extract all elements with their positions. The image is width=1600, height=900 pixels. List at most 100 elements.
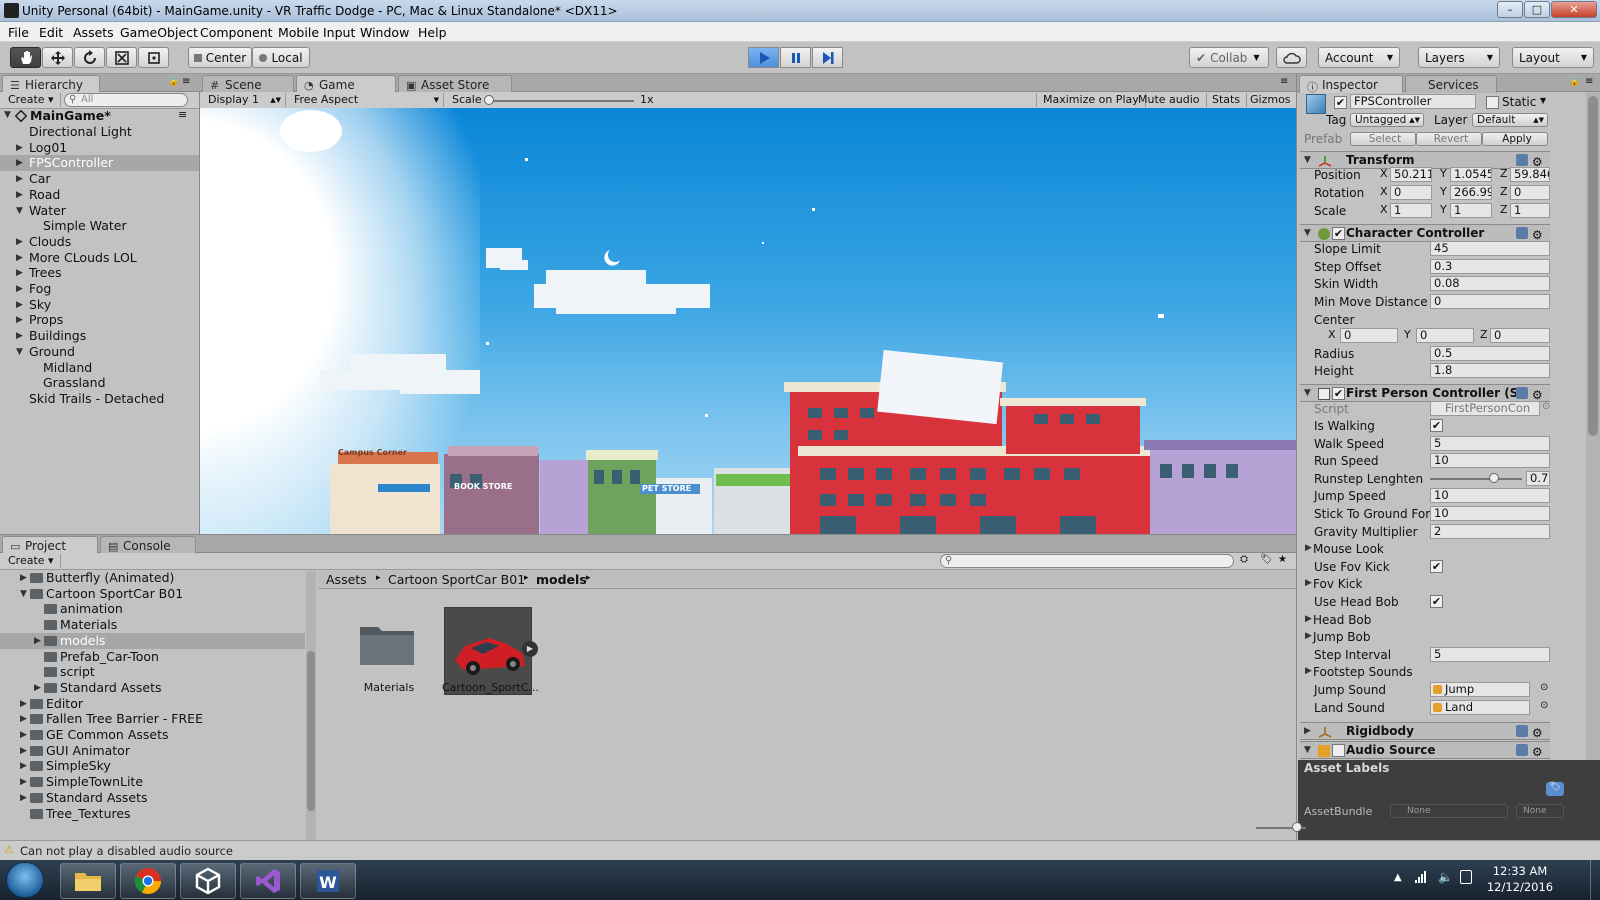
menu-help[interactable]: Help xyxy=(418,25,447,40)
cc-field-value[interactable]: 0.08 xyxy=(1430,276,1550,292)
project-folder-item[interactable]: ▼ Cartoon SportCar B01 xyxy=(0,586,305,602)
tab-scene[interactable]: # Scene xyxy=(202,75,294,93)
close-button[interactable]: ✕ xyxy=(1551,1,1597,18)
game-viewport[interactable]: Campus Corner BOOK STORE PET STORE xyxy=(200,108,1296,534)
center-x-field[interactable]: 0 xyxy=(1340,328,1398,343)
position-x-field[interactable]: 50.211 xyxy=(1390,167,1432,182)
project-folder-item[interactable]: ▶ SimpleTownLite xyxy=(0,774,305,790)
assetbundle-dropdown[interactable]: None xyxy=(1390,804,1508,818)
runstep-slider-track[interactable] xyxy=(1430,477,1522,480)
rigidbody-header[interactable]: ▶ Rigidbody ⚙ xyxy=(1300,722,1550,740)
collab-button[interactable]: ✔ Collab ▼ xyxy=(1189,47,1269,68)
project-folder-item[interactable]: ▶ Standard Assets xyxy=(0,790,305,806)
audio-source-header[interactable]: ▼ Audio Source ⚙ xyxy=(1300,741,1550,759)
prefab-select-button[interactable]: Select xyxy=(1350,132,1416,146)
visual-studio-icon[interactable] xyxy=(240,863,296,899)
component-menu-icon[interactable]: ⚙ xyxy=(1516,227,1546,242)
hierarchy-item[interactable]: Simple Water xyxy=(0,218,199,234)
expand-icon[interactable]: ▶ xyxy=(34,680,44,696)
project-folder-item[interactable]: Materials xyxy=(0,617,305,633)
project-create-button[interactable]: Create ▾ xyxy=(2,554,61,568)
chrome-icon[interactable] xyxy=(120,863,176,899)
hierarchy-item[interactable]: Midland xyxy=(0,360,199,376)
expand-icon[interactable]: ▶ xyxy=(20,711,30,727)
expand-icon[interactable]: ▶ xyxy=(16,297,26,313)
tab-project[interactable]: ▭ Project xyxy=(2,536,98,554)
collapse-icon[interactable]: ▼ xyxy=(16,203,26,219)
expand-asset-icon[interactable]: ▶ xyxy=(522,641,538,657)
fpc-field-value[interactable]: 10 xyxy=(1430,453,1550,469)
project-tree-scroll-thumb[interactable] xyxy=(307,651,315,811)
rect-tool-icon[interactable] xyxy=(138,47,169,68)
expand-icon[interactable]: ▶ xyxy=(1305,631,1315,641)
expand-icon[interactable]: ▼ xyxy=(1304,155,1314,165)
assetbundle-variant-dropdown[interactable]: None xyxy=(1516,804,1564,818)
scale-slider-track[interactable] xyxy=(488,100,634,102)
expand-icon[interactable]: ▶ xyxy=(16,171,26,187)
gizmos-dropdown[interactable]: Gizmos xyxy=(1244,93,1298,107)
fpc-field-value[interactable]: 2 xyxy=(1430,523,1550,539)
scene-menu-icon[interactable]: ≡ xyxy=(178,108,187,121)
expand-icon[interactable]: ▶ xyxy=(16,265,26,281)
hierarchy-item[interactable]: Grassland xyxy=(0,375,199,391)
rotation-z-field[interactable]: 0 xyxy=(1510,185,1550,200)
hierarchy-item[interactable]: ▶ Car xyxy=(0,171,199,187)
rotate-tool-icon[interactable] xyxy=(74,47,105,68)
project-folder-item[interactable]: ▶ GE Common Assets xyxy=(0,727,305,743)
fpc-field-value[interactable]: 10 xyxy=(1430,506,1550,521)
inspector-scrollbar[interactable] xyxy=(1586,92,1600,840)
hierarchy-search-input[interactable]: ⚲ All xyxy=(64,93,188,107)
hand-tool-icon[interactable] xyxy=(10,47,41,68)
project-folder-item[interactable]: Tree_Textures xyxy=(0,806,305,822)
network-icon[interactable] xyxy=(1414,870,1428,884)
account-dropdown[interactable]: Account ▼ xyxy=(1318,47,1400,68)
breadcrumb-assets[interactable]: Assets xyxy=(326,572,367,587)
move-tool-icon[interactable] xyxy=(42,47,73,68)
prefab-apply-button[interactable]: Apply xyxy=(1482,132,1548,146)
expand-icon[interactable]: ▼ xyxy=(1304,388,1314,398)
character-controller-header[interactable]: ▼ ✔ Character Controller ⚙ xyxy=(1300,224,1550,242)
expand-icon[interactable]: ▶ xyxy=(1305,543,1315,553)
project-folder-item[interactable]: script xyxy=(0,664,305,680)
tab-services[interactable]: Services xyxy=(1405,75,1497,93)
expand-icon[interactable]: ▼ xyxy=(1304,228,1314,238)
scale-x-field[interactable]: 1 xyxy=(1390,203,1432,218)
stats-toggle[interactable]: Stats xyxy=(1206,93,1248,107)
menu-assets[interactable]: Assets xyxy=(73,25,114,40)
lock-icon[interactable]: 🔒 xyxy=(1569,77,1580,87)
show-desktop-button[interactable] xyxy=(1590,860,1600,900)
battery-icon[interactable] xyxy=(1460,870,1472,884)
hierarchy-create-button[interactable]: Create ▾ xyxy=(2,93,61,107)
maximize-on-play-toggle[interactable]: Maximize on Play xyxy=(1036,93,1146,107)
scale-y-field[interactable]: 1 xyxy=(1450,203,1492,218)
aspect-dropdown[interactable]: Free Aspect ▼ xyxy=(288,93,444,107)
windows-start-button[interactable] xyxy=(6,862,44,898)
show-hidden-icons-icon[interactable]: ▲ xyxy=(1394,872,1402,883)
expand-icon[interactable]: ▶ xyxy=(20,774,30,790)
object-name-field[interactable]: FPSController xyxy=(1350,94,1476,109)
volume-icon[interactable]: 🔈 xyxy=(1438,870,1453,884)
expand-icon[interactable]: ▶ xyxy=(16,281,26,297)
rotation-x-field[interactable]: 0 xyxy=(1390,185,1432,200)
fpc-field-label[interactable]: Head Bob xyxy=(1313,612,1371,628)
project-folder-item[interactable]: ▶ Editor xyxy=(0,696,305,712)
inspector-scroll-thumb[interactable] xyxy=(1588,96,1598,436)
active-checkbox[interactable]: ✔ xyxy=(1334,96,1347,109)
component-enabled-checkbox[interactable]: ✔ xyxy=(1332,387,1345,400)
tag-dropdown[interactable]: Untagged ▲▼ xyxy=(1350,113,1424,127)
expand-icon[interactable]: ▶ xyxy=(20,758,30,774)
fpc-checkbox[interactable]: ✔ xyxy=(1430,559,1443,573)
expand-icon[interactable]: ▶ xyxy=(1305,614,1315,624)
icon-size-slider-thumb[interactable] xyxy=(1292,822,1302,832)
display-dropdown[interactable]: Display 1 ▲▼ xyxy=(202,93,286,107)
position-z-field[interactable]: 59.846 xyxy=(1510,167,1550,182)
hierarchy-item[interactable]: Directional Light xyxy=(0,124,199,140)
project-folder-item[interactable]: ▶ Butterfly (Animated) xyxy=(0,570,305,586)
collapse-icon[interactable]: ▼ xyxy=(16,344,26,360)
fpc-field-label[interactable]: Fov Kick xyxy=(1313,576,1362,592)
project-folder-item[interactable]: ▶ Fallen Tree Barrier - FREE xyxy=(0,711,305,727)
first-person-controller-header[interactable]: ▼ ✔ First Person Controller (Sc ⚙ xyxy=(1300,384,1550,402)
pivot-center-button[interactable]: Center xyxy=(188,47,252,68)
tab-inspector[interactable]: ⓘ Inspector xyxy=(1299,75,1403,94)
center-z-field[interactable]: 0 xyxy=(1490,328,1550,343)
